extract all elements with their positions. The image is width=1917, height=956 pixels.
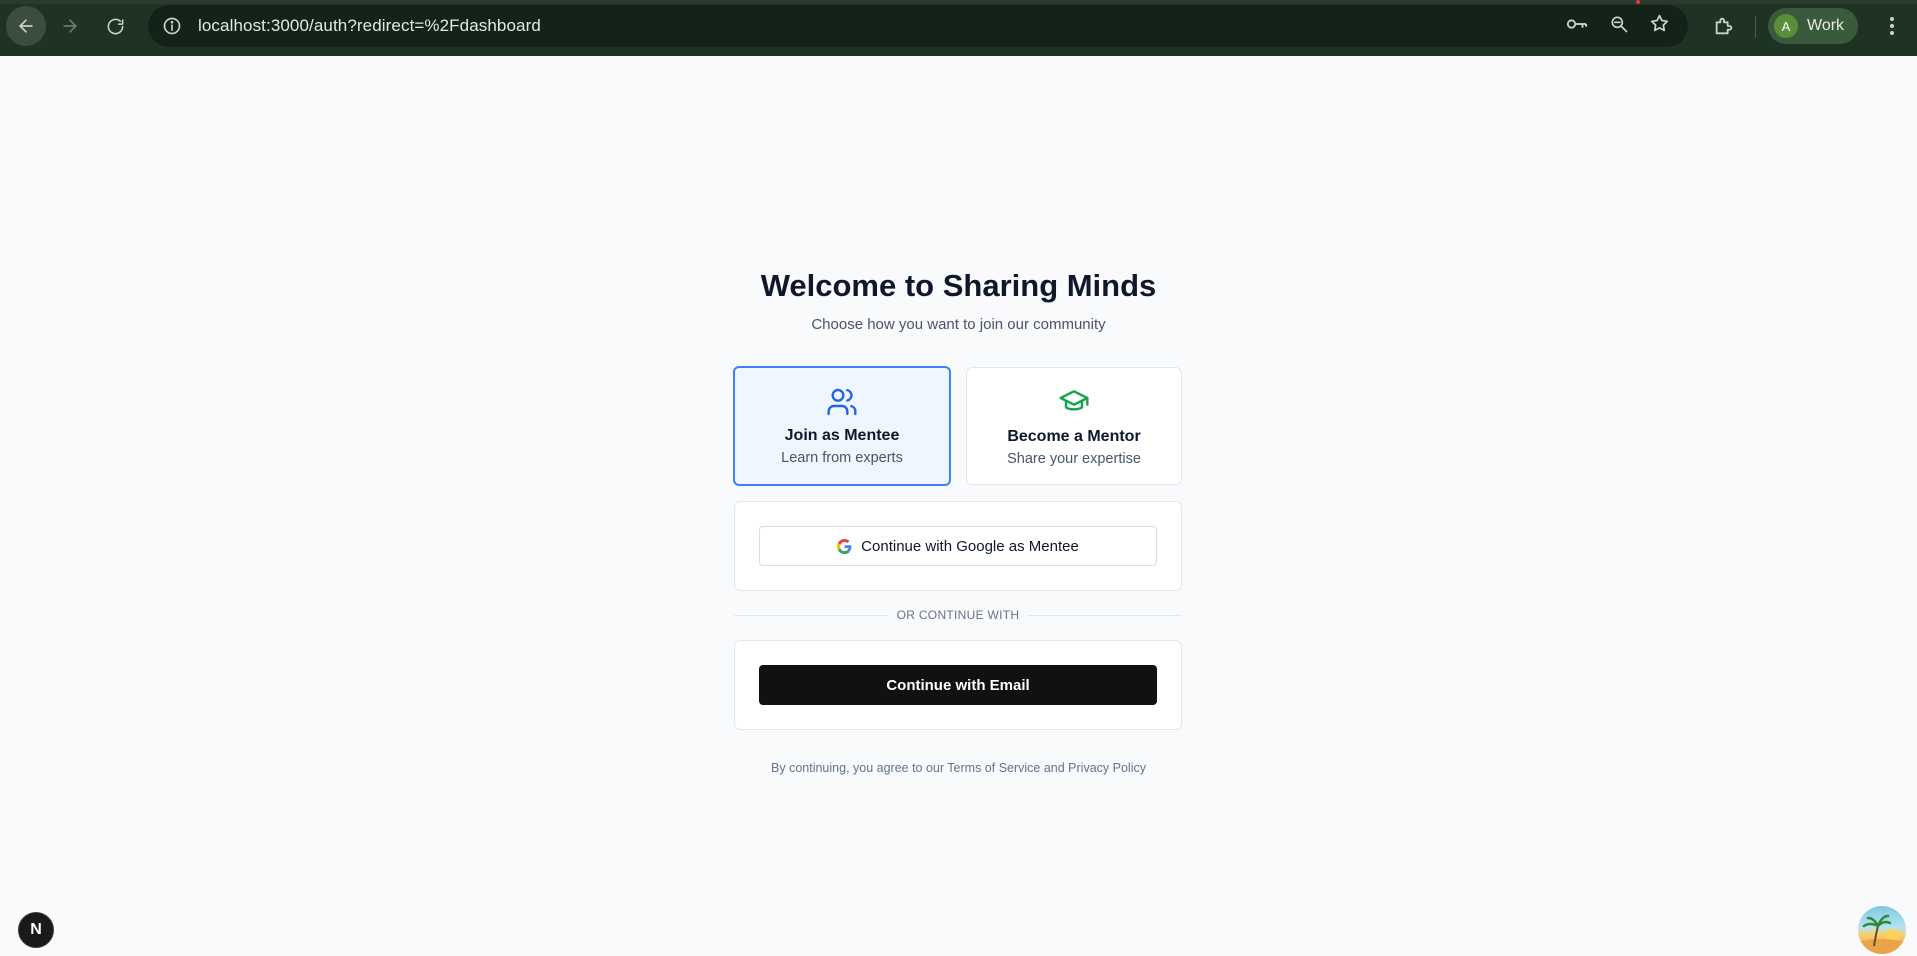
tab-strip-edge (0, 0, 1917, 4)
arrow-left-icon (19, 19, 33, 33)
extensions-button[interactable] (1709, 10, 1739, 42)
password-key-icon[interactable] (1565, 13, 1589, 40)
page-subtitle: Choose how you want to join our communit… (811, 316, 1106, 333)
arrow-right-icon (63, 19, 77, 33)
graduation-cap-icon (1059, 390, 1089, 411)
role-title: Become a Mentor (1007, 428, 1141, 445)
toolbar-divider (1755, 16, 1756, 38)
notification-dot (1636, 0, 1640, 4)
email-continue-button[interactable]: Continue with Email (759, 665, 1157, 705)
address-bar[interactable]: localhost:3000/auth?redirect=%2Fdashboar… (148, 5, 1688, 47)
url-text[interactable]: localhost:3000/auth?redirect=%2Fdashboar… (198, 16, 541, 36)
profile-button[interactable]: A Work (1768, 8, 1859, 44)
reload-button[interactable] (95, 6, 135, 46)
page-title: Welcome to Sharing Minds (760, 268, 1157, 303)
role-description: Learn from experts (781, 450, 903, 466)
google-logo-icon (837, 538, 852, 554)
reload-icon (107, 18, 123, 34)
google-auth-panel: Continue with Google as Mentee (734, 501, 1182, 591)
avatar: A (1774, 14, 1798, 38)
role-description: Share your expertise (1007, 451, 1141, 467)
divider-line (734, 614, 889, 616)
dev-badge-letter: N (30, 921, 42, 938)
zoom-icon[interactable] (1609, 14, 1629, 39)
google-button-label: Continue with Google as Mentee (861, 537, 1079, 555)
more-vertical-icon (1890, 17, 1894, 35)
role-card-mentor[interactable]: Become a Mentor Share your expertise (966, 367, 1182, 485)
users-icon (827, 388, 857, 416)
nextjs-dev-indicator[interactable]: N (18, 912, 54, 948)
email-auth-panel: Continue with Email (734, 640, 1182, 730)
forward-button[interactable] (50, 6, 90, 46)
browser-toolbar: localhost:3000/auth?redirect=%2Fdashboar… (0, 0, 1917, 56)
palm-beach-icon (1858, 914, 1906, 954)
puzzle-icon (1715, 17, 1733, 35)
back-button[interactable] (6, 6, 46, 46)
legal-notice: By continuing, you agree to our Terms of… (771, 761, 1146, 775)
profile-name: Work (1807, 17, 1845, 34)
corner-avatar-image[interactable] (1858, 906, 1906, 954)
or-divider: OR CONTINUE WITH (734, 607, 1183, 623)
role-title: Join as Mentee (784, 427, 900, 444)
google-signin-button[interactable]: Continue with Google as Mentee (759, 526, 1157, 566)
browser-menu-button[interactable] (1880, 10, 1904, 42)
bookmark-star-icon[interactable] (1649, 13, 1670, 39)
divider-line (1027, 614, 1183, 616)
divider-text: OR CONTINUE WITH (896, 608, 1020, 622)
email-button-label: Continue with Email (886, 676, 1030, 694)
role-card-mentee[interactable]: Join as Mentee Learn from experts (733, 366, 951, 486)
site-info-icon[interactable] (160, 14, 184, 38)
